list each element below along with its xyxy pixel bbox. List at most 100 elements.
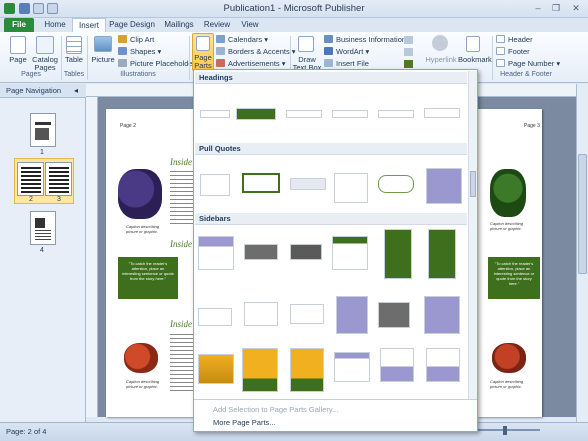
- hyperlink-icon: [432, 35, 448, 51]
- header-button[interactable]: Header: [496, 35, 533, 45]
- table-icon: [66, 36, 82, 54]
- tab-page-design[interactable]: Page Design: [108, 18, 156, 32]
- calendar-icon: [216, 35, 225, 43]
- page-thumbnail-2: [17, 162, 44, 196]
- footer-button[interactable]: Footer: [496, 47, 530, 57]
- date-time-icon[interactable]: [404, 48, 413, 56]
- pull-quote-option[interactable]: [242, 173, 280, 193]
- sidebar-option[interactable]: [384, 229, 412, 279]
- sidebar-option[interactable]: [378, 302, 410, 328]
- title-bar: Publication1 - Microsoft Publisher – ❐ ✕: [0, 0, 588, 18]
- sidebar-option[interactable]: [244, 244, 278, 260]
- tab-file[interactable]: File: [4, 18, 34, 32]
- gallery-scrollbar-thumb[interactable]: [470, 171, 476, 197]
- pull-quote-option[interactable]: [290, 178, 326, 190]
- thumbnail-content: [35, 128, 49, 140]
- insert-file-button[interactable]: Insert File: [324, 59, 369, 69]
- sidebar-option[interactable]: [242, 348, 278, 392]
- tab-insert[interactable]: Insert: [72, 18, 106, 32]
- hyperlink-button[interactable]: Hyperlink: [424, 56, 458, 64]
- sidebar-option[interactable]: [334, 352, 370, 382]
- vertical-scrollbar[interactable]: [576, 84, 588, 422]
- more-page-parts-menu-item[interactable]: More Page Parts...: [195, 416, 478, 429]
- catalog-pages-button[interactable]: Catalog Pages: [30, 56, 60, 72]
- thumbnail-content: [49, 167, 69, 193]
- group-separator: [492, 36, 493, 80]
- advertisements-icon: [216, 59, 225, 67]
- wordart-button[interactable]: WordArt ▾: [324, 47, 369, 57]
- heading-option[interactable]: [236, 108, 276, 120]
- sidebar-option[interactable]: [428, 229, 456, 279]
- page-thumbnail-2-3-selected[interactable]: 2 3: [14, 158, 74, 204]
- pull-quote-option[interactable]: [426, 168, 462, 204]
- collapse-pane-icon[interactable]: ◂: [74, 86, 78, 95]
- picture-button[interactable]: Picture: [88, 56, 118, 64]
- section-heading: Inside: [170, 157, 192, 167]
- document-page-right[interactable]: Page 3 Caption describing picture or gra…: [478, 109, 542, 417]
- calendars-button[interactable]: Calendars ▾: [216, 35, 268, 45]
- borders-accents-button[interactable]: Borders & Accents ▾: [216, 47, 296, 57]
- pull-quote-box: "To catch the reader's attention, place …: [118, 257, 178, 299]
- clip-art-button[interactable]: Clip Art: [118, 35, 154, 45]
- sidebar-option[interactable]: [424, 296, 460, 334]
- heading-option[interactable]: [286, 110, 322, 118]
- page-thumbnail-4[interactable]: [30, 211, 56, 245]
- page-indicator[interactable]: Page: 2 of 4: [6, 427, 46, 436]
- image-caption: Caption describing picture or graphic.: [126, 379, 160, 389]
- close-button[interactable]: ✕: [568, 2, 584, 14]
- page-parts-gallery[interactable]: Headings Pull Quotes Sidebars Add Select…: [193, 69, 478, 432]
- scrollbar-thumb[interactable]: [578, 154, 587, 274]
- page-number-label: 3: [57, 196, 61, 203]
- page-number-button[interactable]: Page Number ▾: [496, 59, 560, 69]
- zoom-slider-thumb[interactable]: [503, 426, 507, 435]
- heading-option[interactable]: [332, 110, 368, 118]
- sidebar-option[interactable]: [290, 348, 324, 392]
- symbol-icon[interactable]: [404, 36, 413, 44]
- tab-mailings[interactable]: Mailings: [160, 18, 198, 32]
- object-icon[interactable]: [404, 60, 413, 68]
- pull-quote-option[interactable]: [334, 173, 368, 203]
- table-button[interactable]: Table: [62, 56, 86, 64]
- page-parts-icon: [196, 36, 210, 51]
- heading-option[interactable]: [200, 110, 230, 118]
- tab-review[interactable]: Review: [200, 18, 234, 32]
- group-label-illustrations: Illustrations: [120, 71, 156, 78]
- thumbnail-content: [35, 122, 51, 125]
- thumbnail-content: [35, 230, 51, 240]
- business-information-button[interactable]: Business Information ▾: [324, 35, 412, 45]
- sidebar-option[interactable]: [244, 302, 278, 326]
- sidebar-option[interactable]: [198, 308, 232, 326]
- vertical-ruler[interactable]: [86, 97, 98, 417]
- maximize-button[interactable]: ❐: [548, 2, 564, 14]
- add-selection-menu-item[interactable]: Add Selection to Page Parts Gallery...: [195, 403, 478, 416]
- minimize-button[interactable]: –: [530, 2, 546, 14]
- group-label-header-footer: Header & Footer: [500, 71, 552, 78]
- page-header-text: Page 3: [524, 123, 540, 129]
- bookmark-button[interactable]: Bookmark: [458, 56, 492, 64]
- picture-placeholder-button[interactable]: Picture Placeholder: [118, 59, 195, 69]
- tab-home[interactable]: Home: [40, 18, 70, 32]
- sidebar-option[interactable]: [198, 236, 234, 270]
- pull-quote-option[interactable]: [378, 175, 414, 193]
- sidebar-option[interactable]: [380, 348, 414, 382]
- sidebar-option[interactable]: [198, 354, 234, 384]
- tab-view[interactable]: View: [236, 18, 264, 32]
- sidebar-option[interactable]: [332, 236, 368, 270]
- sidebar-option[interactable]: [426, 348, 460, 382]
- catalog-pages-icon: [36, 36, 54, 54]
- shapes-button[interactable]: Shapes ▾: [118, 47, 161, 57]
- sidebar-option[interactable]: [336, 296, 368, 334]
- wordart-icon: [324, 47, 333, 55]
- page-number-label: 2: [29, 196, 33, 203]
- advertisements-button[interactable]: Advertisements ▾: [216, 59, 286, 69]
- picture-placeholder-icon: [118, 59, 127, 67]
- gallery-divider: [194, 399, 477, 400]
- pull-quote-option[interactable]: [200, 174, 230, 196]
- gallery-scrollbar[interactable]: [468, 71, 477, 399]
- sidebar-option[interactable]: [290, 244, 322, 260]
- heading-option[interactable]: [424, 108, 460, 118]
- sidebar-option[interactable]: [290, 304, 324, 324]
- page-thumbnail-1[interactable]: [30, 113, 56, 147]
- section-sidebars: Sidebars: [195, 213, 467, 225]
- heading-option[interactable]: [378, 110, 414, 118]
